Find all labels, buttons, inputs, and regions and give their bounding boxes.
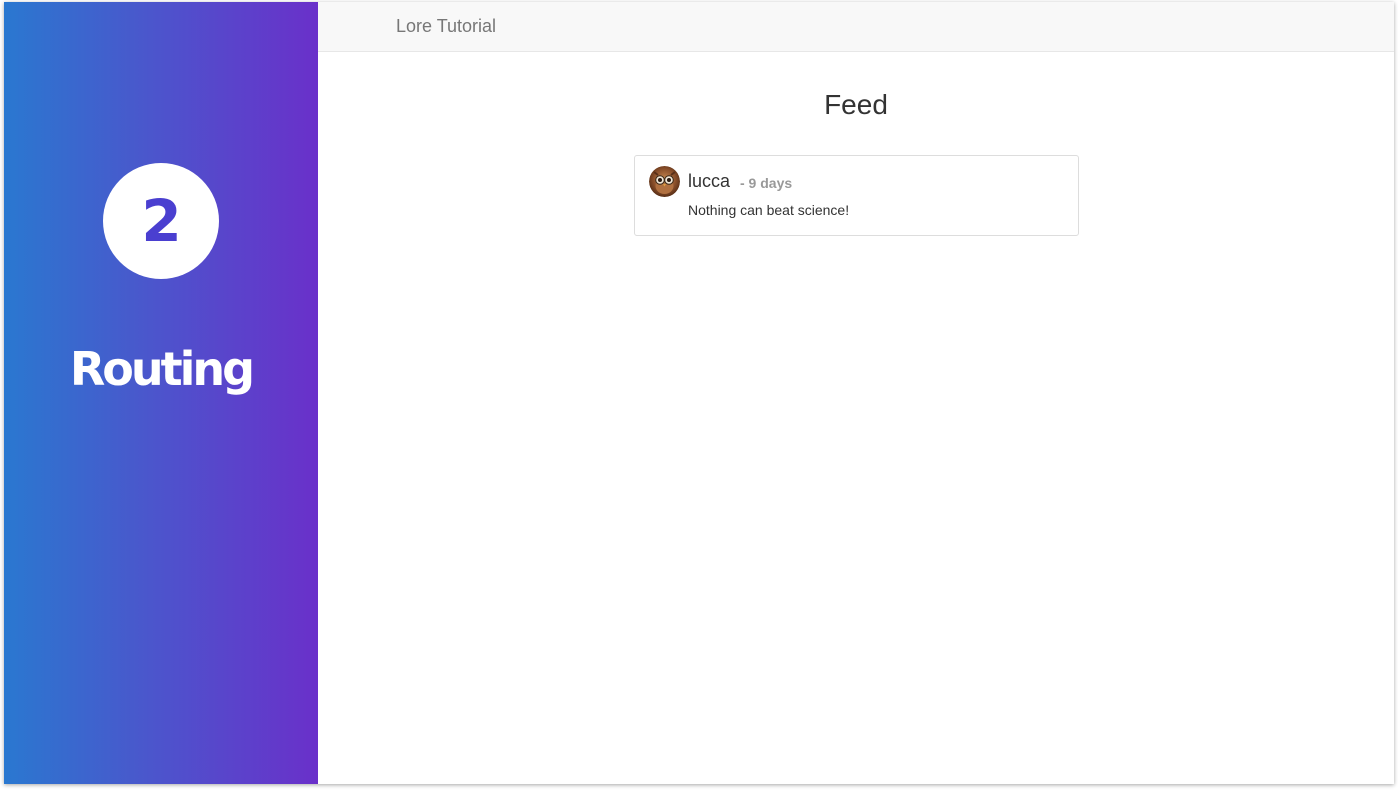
tweet-author[interactable]: lucca [688,172,730,190]
step-number: 2 [141,187,181,255]
tweet-text: Nothing can beat science! [688,202,850,218]
owl-avatar-icon[interactable] [649,166,680,197]
tutorial-sidebar: 2 Routing [4,2,318,784]
section-title: Routing [69,342,255,396]
app-content: Lore Tutorial Feed lucca - 9 days Nothin… [318,2,1394,784]
slide-frame: 2 Routing Lore Tutorial Feed lucca - 9 d… [4,2,1394,784]
navbar-brand-link[interactable]: Lore Tutorial [396,16,496,37]
tweet-timestamp: - 9 days [740,175,793,191]
tweet-card[interactable]: lucca - 9 days Nothing can beat science! [634,155,1079,236]
navbar: Lore Tutorial [318,2,1394,52]
page-title: Feed [824,89,888,120]
step-badge: 2 [103,163,219,279]
